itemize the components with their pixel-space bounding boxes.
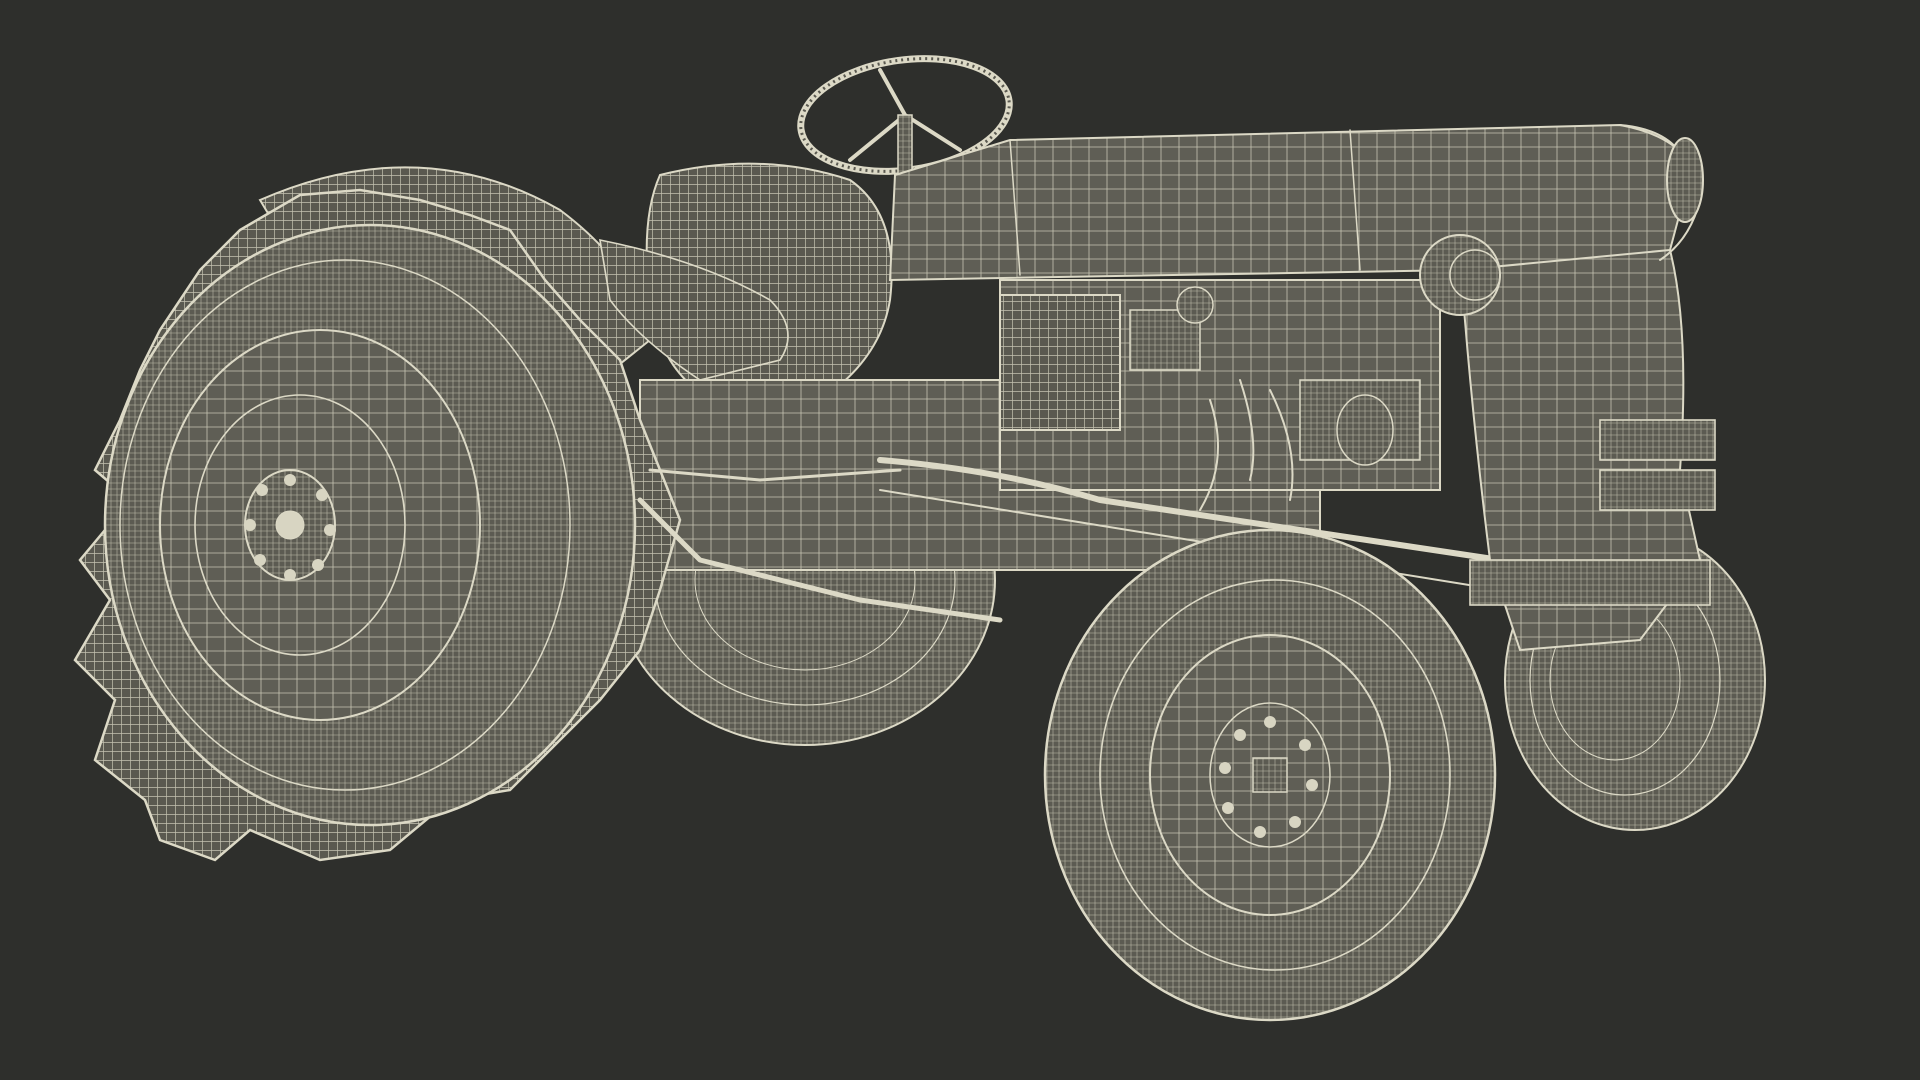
tractor-wireframe-render (73, 55, 1766, 1022)
front-grille (1458, 248, 1716, 652)
render-viewport (0, 0, 1920, 1080)
front-wheel-near (1043, 528, 1497, 1022)
headlight (1419, 234, 1501, 316)
transmission-housing (599, 162, 893, 412)
hood (888, 123, 1704, 282)
